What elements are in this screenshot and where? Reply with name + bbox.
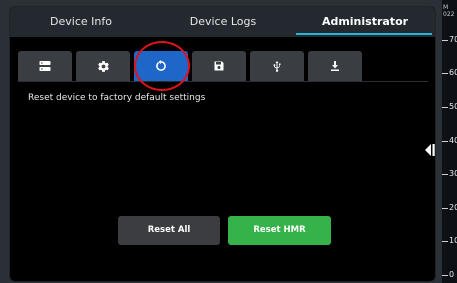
axis-tick-label: 40 <box>449 136 457 145</box>
axis-tick-label: 60 <box>449 68 457 77</box>
axis-tick <box>442 107 448 108</box>
tab-download[interactable] <box>308 51 362 81</box>
screen: M 022 70 60 50 40 30 20 10 0 Device Info… <box>0 0 457 283</box>
axis-tick <box>442 275 448 276</box>
axis-tick-label: 50 <box>449 102 457 111</box>
axis-tick-label: 70 <box>449 35 457 44</box>
reset-hmr-button[interactable]: Reset HMR <box>228 216 331 245</box>
tab-storage[interactable] <box>18 51 72 81</box>
reset-icon <box>156 60 166 71</box>
tab-factory-reset[interactable] <box>134 51 188 81</box>
axis-tick-label: 20 <box>449 203 457 212</box>
admin-section-tabs <box>18 51 428 82</box>
tab-settings[interactable] <box>76 51 130 81</box>
axis-tick <box>442 141 448 142</box>
background-chart-axis: M 022 70 60 50 40 30 20 10 0 <box>441 0 457 283</box>
download-icon <box>331 61 339 71</box>
main-tab-bar: Device Info Device Logs Administrator <box>10 7 435 37</box>
axis-header-line1: M <box>443 4 449 11</box>
axis-header-line2: 022 <box>443 11 455 18</box>
tab-device-info[interactable]: Device Info <box>10 7 152 37</box>
tab-device-logs[interactable]: Device Logs <box>152 7 294 37</box>
collapse-arrow-icon[interactable] <box>424 143 436 157</box>
save-icon <box>214 61 224 71</box>
active-tab-indicator <box>296 33 432 35</box>
reset-all-button[interactable]: Reset All <box>118 216 220 245</box>
tab-administrator[interactable]: Administrator <box>294 7 435 37</box>
settings-dialog: Device Info Device Logs Administrator Re… <box>9 6 436 282</box>
axis-tick <box>442 241 448 242</box>
server-icon <box>39 61 51 71</box>
axis-tick-label: 10 <box>449 236 457 245</box>
axis-tick-label: 30 <box>449 169 457 178</box>
tab-label: Device Info <box>50 15 112 28</box>
axis-header: M 022 <box>443 4 454 18</box>
axis-tick <box>442 40 448 41</box>
gear-icon <box>97 60 109 72</box>
axis-tick <box>442 73 448 74</box>
axis-tick <box>442 174 448 175</box>
tab-label: Device Logs <box>189 15 257 28</box>
usb-icon <box>273 60 281 72</box>
tab-label: Administrator <box>321 15 409 28</box>
axis-tick-label: 0 <box>449 270 455 279</box>
reset-description: Reset device to factory default settings <box>28 93 206 103</box>
tab-usb[interactable] <box>250 51 304 81</box>
tab-backup[interactable] <box>192 51 246 81</box>
axis-tick <box>442 208 448 209</box>
